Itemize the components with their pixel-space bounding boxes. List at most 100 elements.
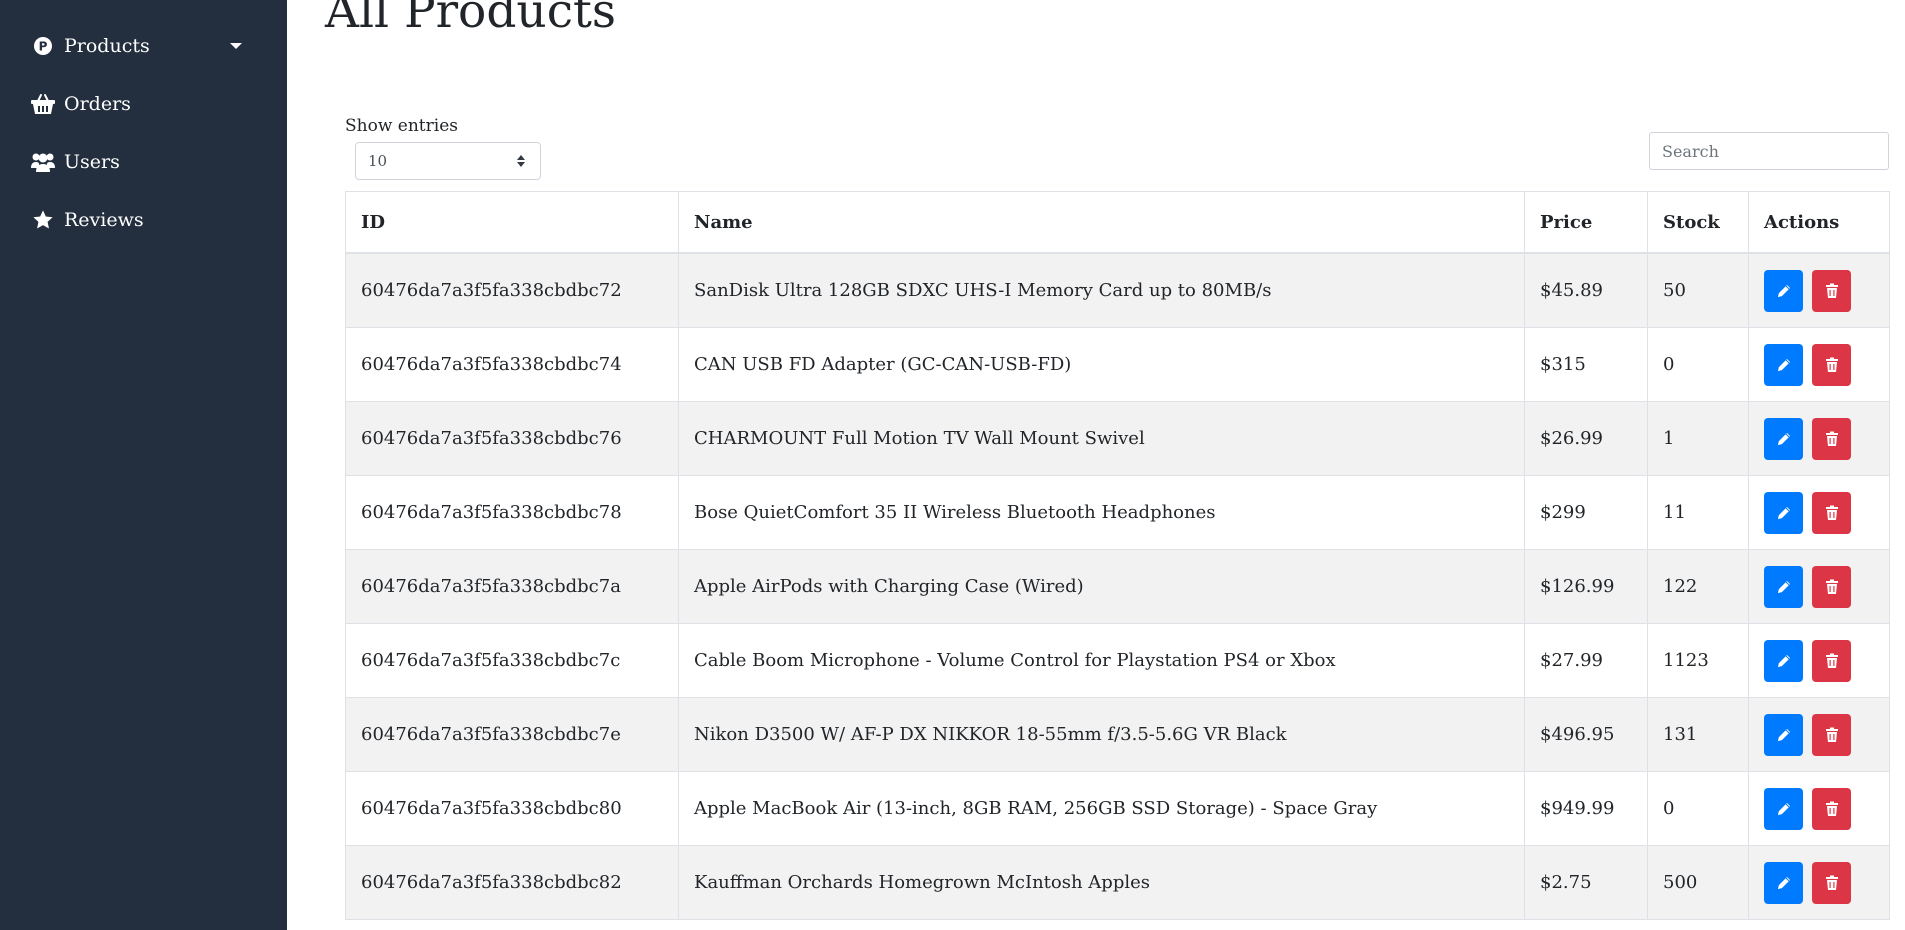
trash-icon xyxy=(1825,875,1839,891)
entries-select[interactable]: 10 xyxy=(355,142,541,180)
cell-price: $949.99 xyxy=(1524,771,1648,846)
trash-icon xyxy=(1825,357,1839,373)
pencil-icon xyxy=(1776,653,1792,669)
cell-actions xyxy=(1748,771,1890,846)
page-title: All Products xyxy=(325,0,617,39)
edit-button[interactable] xyxy=(1764,713,1803,756)
column-header-id[interactable]: ID xyxy=(345,191,679,254)
cell-price: $299 xyxy=(1524,475,1648,550)
sidebar-item-label: Reviews xyxy=(64,209,144,231)
cell-id: 60476da7a3f5fa338cbdbc7e xyxy=(345,697,679,772)
table-row: 60476da7a3f5fa338cbdbc82 Kauffman Orchard… xyxy=(345,845,1890,920)
cell-actions xyxy=(1748,549,1890,624)
trash-icon xyxy=(1825,283,1839,299)
cell-stock: 131 xyxy=(1647,697,1749,772)
cell-price: $45.89 xyxy=(1524,252,1648,328)
cell-stock: 122 xyxy=(1647,549,1749,624)
cell-id: 60476da7a3f5fa338cbdbc80 xyxy=(345,771,679,846)
table-row: 60476da7a3f5fa338cbdbc7a Apple AirPods wi… xyxy=(345,549,1890,624)
pencil-icon xyxy=(1776,283,1792,299)
delete-button[interactable] xyxy=(1812,269,1851,312)
cell-actions xyxy=(1748,845,1890,920)
table-row: 60476da7a3f5fa338cbdbc72 SanDisk Ultra 12… xyxy=(345,252,1890,328)
basket-icon xyxy=(30,91,56,117)
cell-id: 60476da7a3f5fa338cbdbc7a xyxy=(345,549,679,624)
cell-id: 60476da7a3f5fa338cbdbc74 xyxy=(345,327,679,402)
cell-actions xyxy=(1748,697,1890,772)
trash-icon xyxy=(1825,579,1839,595)
cell-name: Apple AirPods with Charging Case (Wired) xyxy=(678,549,1525,624)
column-header-actions: Actions xyxy=(1748,191,1890,254)
cell-name: Cable Boom Microphone - Volume Control f… xyxy=(678,623,1525,698)
pencil-icon xyxy=(1776,431,1792,447)
table-row: 60476da7a3f5fa338cbdbc80 Apple MacBook Ai… xyxy=(345,771,1890,846)
sidebar-item-users[interactable]: Users xyxy=(30,142,120,182)
cell-stock: 11 xyxy=(1647,475,1749,550)
chevron-down-icon[interactable] xyxy=(230,43,242,49)
cell-price: $496.95 xyxy=(1524,697,1648,772)
column-header-name[interactable]: Name xyxy=(678,191,1525,254)
trash-icon xyxy=(1825,431,1839,447)
cell-actions xyxy=(1748,252,1890,328)
pencil-icon xyxy=(1776,801,1792,817)
cell-actions xyxy=(1748,327,1890,402)
delete-button[interactable] xyxy=(1812,343,1851,386)
cell-actions xyxy=(1748,401,1890,476)
edit-button[interactable] xyxy=(1764,787,1803,830)
svg-text:P: P xyxy=(39,40,48,54)
sidebar-item-label: Orders xyxy=(64,93,131,115)
sidebar-item-products[interactable]: P Products xyxy=(30,26,150,66)
column-header-stock[interactable]: Stock xyxy=(1647,191,1749,254)
cell-actions xyxy=(1748,475,1890,550)
delete-button[interactable] xyxy=(1812,565,1851,608)
cell-stock: 0 xyxy=(1647,327,1749,402)
table-header-row: ID Name Price Stock Actions xyxy=(345,191,1890,254)
edit-button[interactable] xyxy=(1764,343,1803,386)
edit-button[interactable] xyxy=(1764,861,1803,904)
entries-select-value: 10 xyxy=(368,152,388,170)
sidebar-item-label: Products xyxy=(64,35,150,57)
edit-button[interactable] xyxy=(1764,491,1803,534)
show-entries-label: Show entries xyxy=(345,116,458,136)
products-table: ID Name Price Stock Actions 60476da7a3f5… xyxy=(345,191,1890,920)
delete-button[interactable] xyxy=(1812,713,1851,756)
cell-name: Nikon D3500 W/ AF-P DX NIKKOR 18-55mm f/… xyxy=(678,697,1525,772)
products-table-wrapper: ID Name Price Stock Actions 60476da7a3f5… xyxy=(345,191,1890,920)
cell-name: Apple MacBook Air (13-inch, 8GB RAM, 256… xyxy=(678,771,1525,846)
edit-button[interactable] xyxy=(1764,269,1803,312)
cell-id: 60476da7a3f5fa338cbdbc76 xyxy=(345,401,679,476)
edit-button[interactable] xyxy=(1764,639,1803,682)
delete-button[interactable] xyxy=(1812,417,1851,460)
trash-icon xyxy=(1825,801,1839,817)
delete-button[interactable] xyxy=(1812,491,1851,534)
sidebar-item-label: Users xyxy=(64,151,120,173)
sidebar: P Products Orders Users Reviews xyxy=(0,0,287,930)
edit-button[interactable] xyxy=(1764,565,1803,608)
delete-button[interactable] xyxy=(1812,639,1851,682)
table-row: 60476da7a3f5fa338cbdbc7c Cable Boom Micro… xyxy=(345,623,1890,698)
delete-button[interactable] xyxy=(1812,861,1851,904)
delete-button[interactable] xyxy=(1812,787,1851,830)
pencil-icon xyxy=(1776,357,1792,373)
edit-button[interactable] xyxy=(1764,417,1803,460)
sort-arrows-icon xyxy=(517,155,525,167)
table-row: 60476da7a3f5fa338cbdbc76 CHARMOUNT Full M… xyxy=(345,401,1890,476)
cell-price: $2.75 xyxy=(1524,845,1648,920)
cell-name: SanDisk Ultra 128GB SDXC UHS-I Memory Ca… xyxy=(678,252,1525,328)
search-input[interactable] xyxy=(1649,132,1889,170)
table-row: 60476da7a3f5fa338cbdbc78 Bose QuietComfor… xyxy=(345,475,1890,550)
star-icon xyxy=(30,207,56,233)
cell-price: $315 xyxy=(1524,327,1648,402)
column-header-price[interactable]: Price xyxy=(1524,191,1648,254)
pencil-icon xyxy=(1776,727,1792,743)
sidebar-item-reviews[interactable]: Reviews xyxy=(30,200,144,240)
pencil-icon xyxy=(1776,579,1792,595)
table-row: 60476da7a3f5fa338cbdbc74 CAN USB FD Adapt… xyxy=(345,327,1890,402)
trash-icon xyxy=(1825,727,1839,743)
cell-stock: 500 xyxy=(1647,845,1749,920)
cell-stock: 1123 xyxy=(1647,623,1749,698)
cell-name: Kauffman Orchards Homegrown McIntosh App… xyxy=(678,845,1525,920)
sidebar-item-orders[interactable]: Orders xyxy=(30,84,131,124)
cell-name: CAN USB FD Adapter (GC-CAN-USB-FD) xyxy=(678,327,1525,402)
cell-stock: 1 xyxy=(1647,401,1749,476)
